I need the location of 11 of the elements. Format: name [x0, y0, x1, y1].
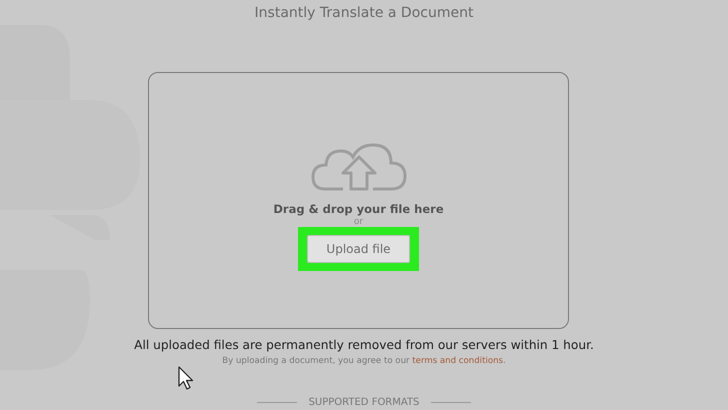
cloud-upload-icon [310, 143, 406, 191]
or-separator: or [354, 218, 364, 228]
page-title: Instantly Translate a Document [254, 4, 474, 22]
retention-notice: All uploaded files are permanently removed from our servers within 1 hour. [134, 337, 594, 354]
agreement-text: By uploading a document, you agree to our terms and conditions. [222, 355, 506, 368]
section-heading: SUPPORTED FORMATS [308, 396, 420, 410]
cursor-icon [178, 366, 194, 390]
drop-prompt: Drag & drop your file here [273, 201, 444, 218]
terms-link[interactable]: terms and conditions [412, 356, 504, 366]
upload-file-button[interactable]: Upload file [307, 235, 410, 264]
drop-zone[interactable]: Drag & drop your file here or Upload file [148, 72, 569, 329]
